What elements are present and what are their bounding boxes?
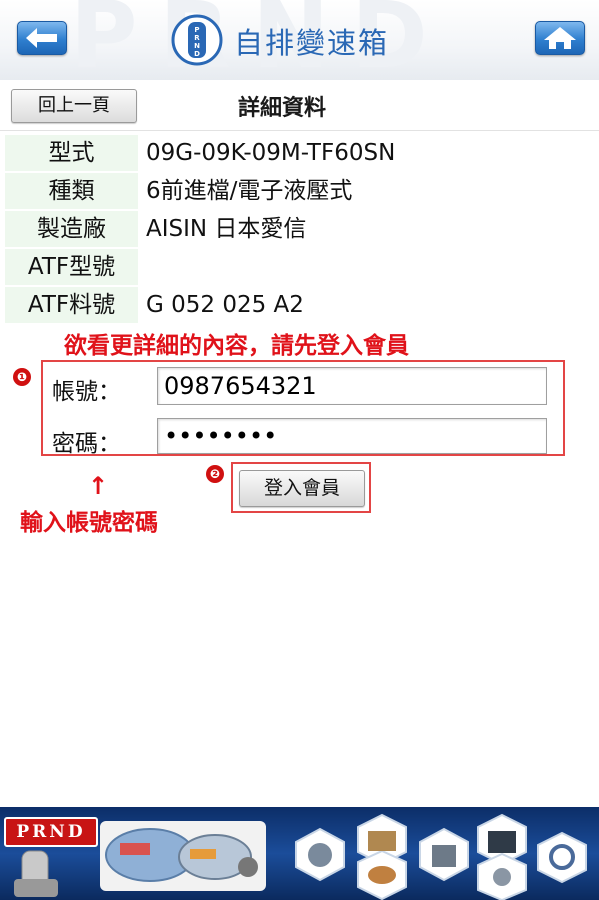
detail-value: G 052 025 A2 — [146, 292, 304, 318]
account-label: 帳號： — [52, 379, 121, 405]
detail-label: ATF型號 — [5, 249, 138, 285]
password-input[interactable]: •••••••• — [157, 418, 547, 454]
transmission-image — [14, 813, 587, 900]
app-header: PRND P R N D 自排變速箱 — [0, 0, 599, 81]
detail-row-atf-part: ATF料號 G 052 025 A2 — [0, 287, 599, 323]
sub-header: 回上一頁 詳細資料 — [0, 80, 599, 131]
detail-row-manufacturer: 製造廠 AISIN 日本愛信 — [0, 211, 599, 247]
detail-row-model: 型式 09G-09K-09M-TF60SN — [0, 135, 599, 171]
svg-text:P: P — [194, 26, 199, 34]
step-1-badge: ❶ — [13, 368, 31, 386]
home-icon — [544, 27, 576, 49]
login-notice: 欲看更詳細的內容，請先登入會員 — [64, 333, 409, 359]
back-button[interactable] — [17, 21, 67, 55]
app-title: 自排變速箱 — [234, 26, 390, 60]
step-2-badge: ❷ — [206, 465, 224, 483]
ad-banner[interactable]: PRND — [0, 807, 599, 900]
password-label: 密碼： — [52, 431, 121, 457]
detail-label: ATF料號 — [5, 287, 138, 323]
detail-value: 09G-09K-09M-TF60SN — [146, 140, 396, 166]
up-arrow-icon: ↑ — [88, 472, 109, 500]
prnd-logo-icon: P R N D — [171, 14, 223, 66]
previous-page-button[interactable]: 回上一頁 — [11, 89, 137, 123]
svg-text:N: N — [194, 42, 200, 50]
page-title: 詳細資料 — [238, 96, 327, 121]
detail-value: 6前進檔/電子液壓式 — [146, 178, 353, 204]
back-arrow-icon — [26, 28, 57, 48]
detail-label: 種類 — [5, 173, 138, 209]
home-button[interactable] — [535, 21, 585, 55]
svg-text:D: D — [194, 50, 200, 58]
detail-row-atf-model: ATF型號 — [0, 249, 599, 285]
detail-value: AISIN 日本愛信 — [146, 216, 307, 242]
login-hint: 輸入帳號密碼 — [20, 510, 158, 536]
login-form: 帳號： 0987654321 密碼： •••••••• — [41, 360, 565, 457]
login-member-button[interactable]: 登入會員 — [239, 470, 365, 507]
svg-text:R: R — [194, 34, 200, 42]
detail-label: 製造廠 — [5, 211, 138, 247]
detail-row-type: 種類 6前進檔/電子液壓式 — [0, 173, 599, 209]
login-button-highlight: 登入會員 — [231, 462, 371, 513]
account-input[interactable]: 0987654321 — [157, 367, 547, 405]
detail-label: 型式 — [5, 135, 138, 171]
